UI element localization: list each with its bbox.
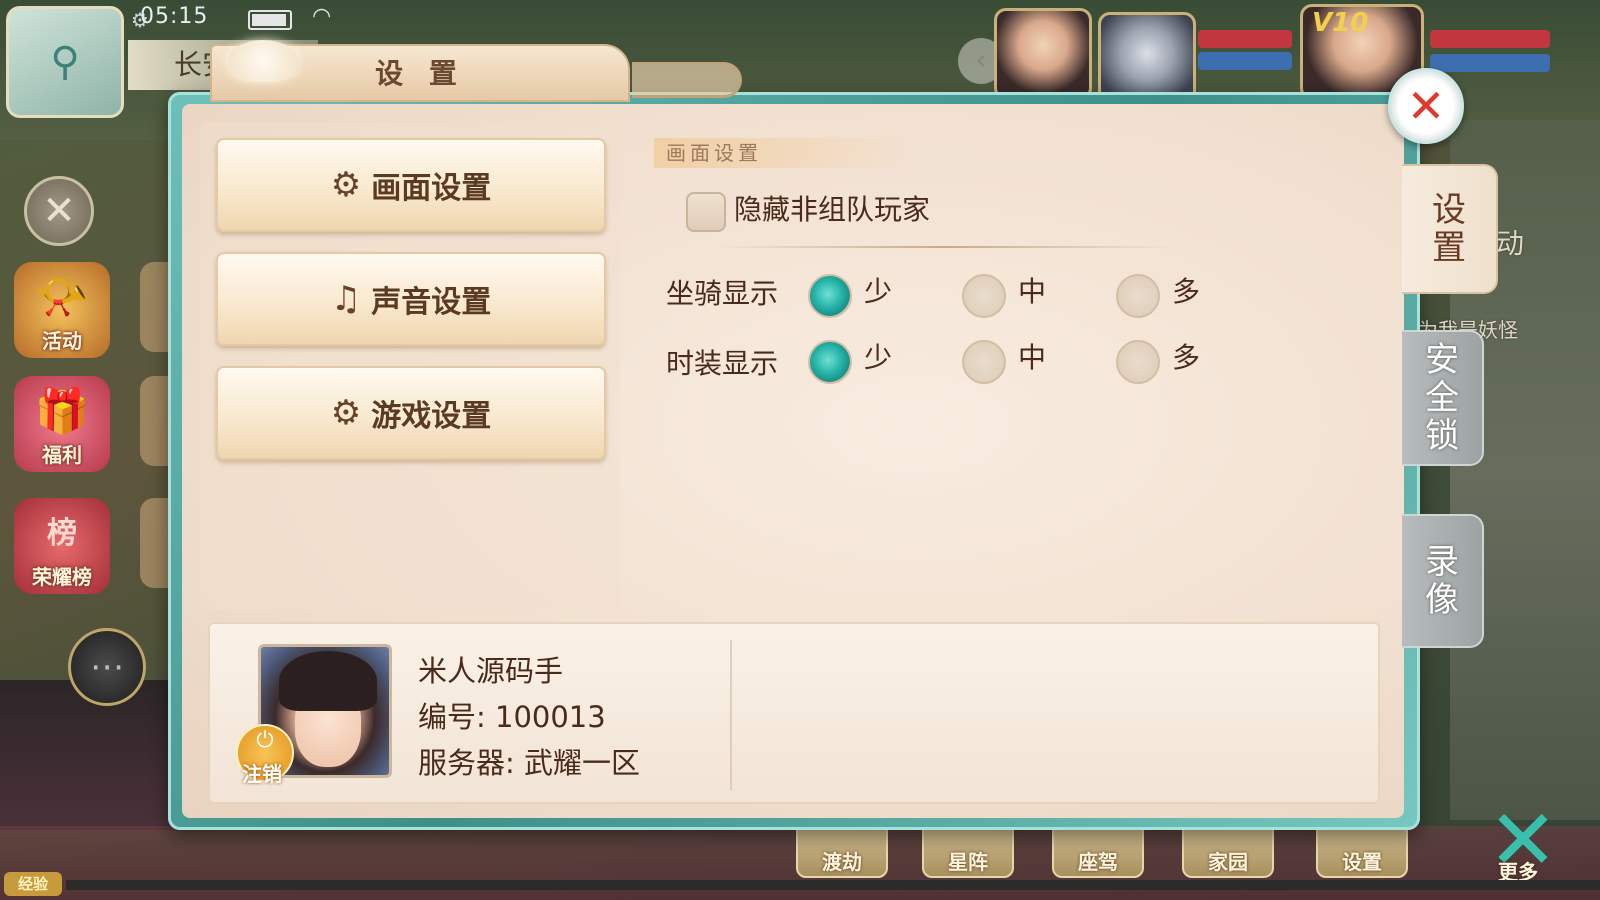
pet-hp-bar [1198,30,1292,48]
partial-icon [140,262,170,352]
menu-game-settings[interactable]: ⚙ 游戏设置 [216,366,606,460]
logout-label: 注销 [242,762,282,786]
logout-button[interactable]: ⏻ 注销 [236,724,294,786]
radio-label: 少 [864,275,893,308]
mount-display-label: 坐骑显示 [666,277,779,310]
power-icon: ⏻ [256,728,274,753]
mount-radio-medium[interactable] [962,274,1006,318]
mount-radio-few[interactable] [808,274,852,318]
honor-ranking-button[interactable]: 榜 荣耀榜 [14,498,110,594]
costume-radio-medium[interactable] [962,340,1006,384]
chevron-left-icon: ‹ [975,43,987,76]
status-time: 05:15 [140,4,209,29]
music-note-icon: ♫ [330,279,362,319]
menu-graphics-settings[interactable]: ⚙ 画面设置 [216,138,606,232]
map-scroll-icon: ⚲ [50,39,80,85]
pet-mp-bar [1198,52,1292,70]
radio-label: 少 [864,341,893,374]
welfare-button[interactable]: 🎁 福利 [14,376,110,472]
horn-icon: 📯 [34,272,90,323]
background-text: 动 [1496,227,1525,260]
tab-label: 录像 [1425,542,1459,620]
section-title: 画面设置 [654,138,914,168]
pet-portrait[interactable] [1098,12,1196,104]
crossed-swords-icon[interactable]: ✕ [24,176,94,246]
costume-radio-many[interactable] [1116,340,1160,384]
honor-ranking-label: 荣耀榜 [32,565,92,589]
close-icon: ✕ [1406,79,1446,133]
player-id: 编号: 100013 [418,700,606,734]
wifi-icon: ◠ [312,4,332,29]
hide-players-label: 隐藏非组队玩家 [734,193,931,226]
tab-label: 设置 [1432,190,1466,268]
gift-icon: 🎁 [34,386,90,437]
battery-icon [248,10,292,30]
radio-label: 多 [1172,341,1201,374]
menu-sound-settings[interactable]: ♫ 声音设置 [216,252,606,346]
gear-doc-icon: ⚙ [330,165,362,205]
gears-icon: ⚙ [330,393,362,433]
activity-label: 活动 [42,329,82,353]
radio-label: 中 [1018,275,1047,308]
title-ornament [632,62,742,98]
player-name: 米人源码手 [418,654,564,688]
chat-bubble-icon: ⋯ [90,647,124,687]
menu-label: 游戏设置 [371,399,492,434]
menu-label: 声音设置 [371,285,492,320]
costume-radio-few[interactable] [808,340,852,384]
welfare-label: 福利 [42,443,82,467]
exp-label: 经验 [4,872,62,896]
hide-players-checkbox[interactable] [686,192,726,232]
tab-security-lock[interactable]: 安全锁 [1402,330,1484,466]
menu-label: 画面设置 [371,171,492,206]
player-mp-bar [1430,54,1550,72]
party-member-portrait[interactable] [994,8,1092,100]
tab-label: 安全锁 [1425,340,1459,456]
radio-label: 多 [1172,275,1201,308]
player-hp-bar [1430,30,1550,48]
costume-display-label: 时装显示 [666,347,779,380]
ranking-badge: 榜 [47,516,77,551]
tab-settings[interactable]: 设置 [1402,164,1498,294]
divider [716,246,1176,248]
chat-button[interactable]: ⋯ [68,628,146,706]
vip-level: V10 [1312,8,1369,38]
partial-icon [140,376,170,466]
lotus-ornament-icon [228,40,298,82]
exp-bar [66,880,1600,890]
tab-recording[interactable]: 录像 [1402,514,1484,648]
divider [730,640,732,790]
close-button[interactable]: ✕ [1388,68,1464,144]
minimap-button[interactable]: ⚲ [6,6,124,118]
radio-label: 中 [1018,341,1047,374]
activity-button[interactable]: 📯 活动 [14,262,110,358]
player-server: 服务器: 武耀一区 [418,746,640,780]
mount-radio-many[interactable] [1116,274,1160,318]
partial-icon [140,498,170,588]
